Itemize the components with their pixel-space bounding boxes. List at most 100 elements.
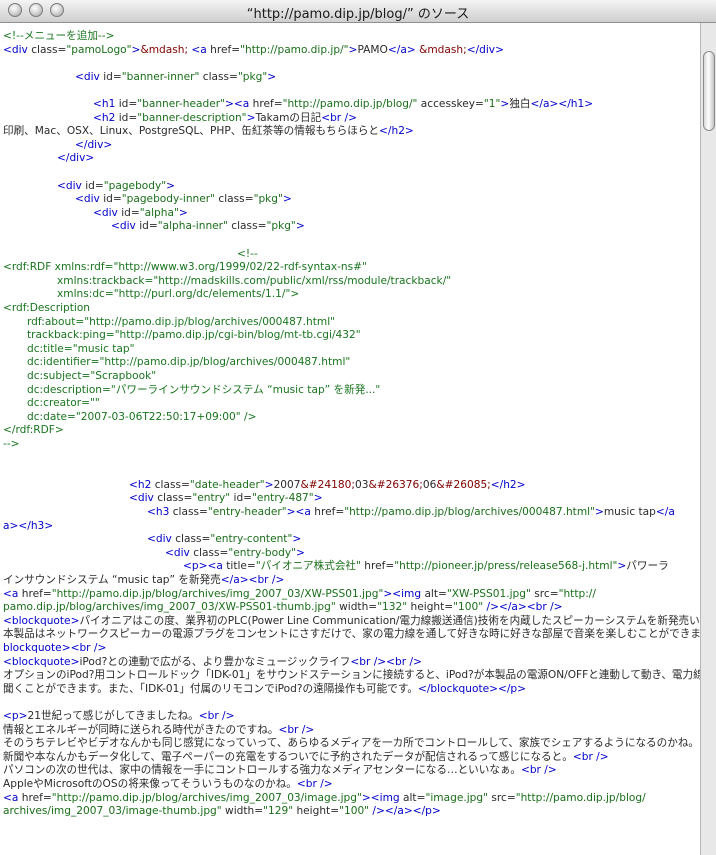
source-line: <div class="entry-content"> [3, 532, 301, 546]
source-token: archives/img_2007_03/image-thumb.jpg" [3, 805, 222, 818]
source-line: パソコンの次の世代は、家中の情報を一手にコントロールする強力なメディアセンターに… [3, 763, 557, 777]
source-token: a></h3> [3, 519, 54, 532]
source-token: id= [230, 492, 253, 505]
source-line: </div> [3, 138, 112, 152]
source-line: <!--メニューを追加--> [3, 29, 114, 43]
source-token: iPod?との連動で広がる、より豊かなミュージックライフ [79, 655, 351, 668]
source-token: > [267, 70, 277, 83]
source-line: <div id="banner-inner" class="pkg"> [3, 70, 276, 84]
source-token: <br /> [321, 111, 357, 124]
source-token: 印刷、Mac、OSX、Linux、PostgreSQL、PHP、缶紅茶等の情報も… [3, 125, 380, 138]
source-view[interactable]: <!--メニューを追加--> <div class="pamoLogo">&mda… [0, 23, 700, 855]
source-line: <p><a title="パイオニア株式会社" href="http://pio… [3, 559, 669, 573]
source-token: "http://pamo.dip.jp/blog/archives/img_20… [51, 587, 384, 600]
source-token: width= [335, 601, 378, 614]
source-token: "date-header" [189, 478, 265, 491]
source-line: <h1 id="banner-header"><a href="http://p… [3, 97, 593, 111]
source-line: dc:title="music tap" [3, 342, 135, 356]
source-token: <div [75, 70, 104, 83]
source-token: rdf:about="http://pamo.dip.jp/blog/archi… [27, 315, 336, 328]
source-token: class= [215, 193, 254, 206]
source-token: "1" [483, 98, 501, 110]
source-token: </div> [75, 138, 113, 151]
source-token: <blockquote> [3, 614, 80, 627]
title-bar[interactable]: “http://pamo.dip.jp/blog/” のソース [0, 0, 716, 23]
source-token: <!--メニューを追加--> [3, 30, 115, 42]
source-token: id= [121, 206, 140, 219]
source-token: &#24180; [300, 478, 355, 491]
source-token: "banner-description" [137, 111, 247, 124]
source-token: class= [199, 70, 238, 83]
source-token: "banner-header" [137, 98, 225, 110]
source-token: <blockquote> [3, 655, 80, 668]
source-token: class= [172, 506, 208, 518]
source-line: xmlns:dc="http://purl.org/dc/elements/1.… [3, 287, 299, 301]
source-token: > [295, 546, 305, 559]
source-line: <div class="pamoLogo">&mdash; <a href="h… [3, 43, 504, 57]
source-line: <p>21世紀って感じがしてきましたね。<br /> [3, 709, 235, 723]
source-token: > [500, 98, 510, 110]
source-token: "alpha-inner" [157, 220, 228, 233]
source-token: > [166, 179, 176, 192]
source-token: music tap [603, 506, 656, 518]
source-token: width= [221, 805, 264, 818]
source-line: オプションのiPod?用コントロールドック「IDK-01」をサウンドステーション… [3, 668, 700, 682]
source-token: インサウンドシステム “music tap” を新発売 [3, 574, 221, 586]
source-token: > [617, 560, 627, 573]
source-token: <div [3, 43, 32, 56]
source-token: "http://pamo.dip.jp/blog/ [515, 791, 646, 804]
source-token: そのうちテレビやビデオなんかも同じ感覚になっていって、あらゆるメディアを一カ所で… [3, 737, 700, 750]
source-token: "image.jpg" [425, 791, 488, 804]
scroll-thumb[interactable] [703, 51, 715, 131]
source-token: <div [75, 193, 104, 206]
source-token: class= [193, 546, 229, 559]
source-token: > [178, 206, 188, 219]
source-token: "132" [377, 601, 408, 614]
source-token: --> [3, 438, 20, 450]
source-token: 情報とエネルギーが同時に送られる時代がきたのですね。 [3, 723, 279, 736]
source-line: <blockquote>パイオニアはこの度、業界初のPLC(Power Line… [3, 614, 700, 628]
source-token: <div [129, 492, 158, 505]
source-token: </div> [57, 152, 95, 165]
source-token: <h2 [129, 478, 155, 491]
source-line: <blockquote>iPod?との連動で広がる、より豊かなミュージックライフ… [3, 655, 422, 669]
source-line: AppleやMicrosoftのOSの将来像ってそういうものなのかね。<br /… [3, 777, 333, 791]
source-line: 聞くことができます。また、「IDK-01」付属のリモコンでiPod?の遠隔操作も… [3, 682, 526, 696]
source-token: "pkg" [237, 70, 268, 83]
source-line: そのうちテレビやビデオなんかも同じ感覚になっていって、あらゆるメディアを一カ所で… [3, 736, 700, 750]
source-token: alt= [403, 791, 426, 804]
vertical-scrollbar[interactable] [700, 23, 716, 855]
source-token: <h1 [93, 98, 119, 110]
source-line: 印刷、Mac、OSX、Linux、PostgreSQL、PHP、缶紅茶等の情報も… [3, 124, 414, 138]
source-token: ><a [286, 506, 315, 518]
source-token: class= [157, 492, 193, 505]
source-token: パワーラ [626, 560, 669, 573]
source-line: a></h3> [3, 519, 53, 533]
source-token: ><img [361, 791, 403, 804]
source-line: 新聞や本なんかもデータ化して、電子ペーパーの充電をするついでに予約されたデータが… [3, 750, 609, 764]
source-token: "entry-body" [228, 546, 296, 559]
source-token: class= [175, 533, 211, 546]
source-token: dc:creator="" [27, 397, 100, 410]
source-token: パソコンの次の世代は、家中の情報を一手にコントロールする強力なメディアセンターに… [3, 764, 521, 777]
source-token: id= [118, 98, 138, 110]
source-token: パイオニアはこの度、業界初のPLC(Power Line Communicati… [79, 614, 700, 627]
source-token: dc:subject="Scrapbook" [27, 370, 157, 382]
source-line: <div id="alpha-inner" class="pkg"> [3, 219, 305, 233]
source-token: 06 [422, 478, 437, 491]
source-token: &mdash; [419, 43, 467, 56]
source-token: > [295, 220, 305, 233]
source-token: <p><a [183, 560, 227, 573]
source-token: class= [31, 43, 67, 56]
source-token: </rdf:RDF> [3, 424, 64, 437]
source-token: "banner-inner" [121, 70, 200, 83]
source-token: <rdf:RDF xmlns:rdf="http://www.w3.org/19… [3, 261, 367, 274]
source-token: src= [530, 587, 559, 600]
source-token: /></a></p> [369, 805, 441, 818]
source-token: </h2> [490, 478, 526, 491]
source-token: id= [139, 220, 158, 233]
source-token: PAMO [357, 43, 388, 56]
source-token: <a [3, 791, 22, 804]
source-token: </h2> [379, 125, 414, 138]
source-token: blockquote><br /> [3, 642, 107, 654]
